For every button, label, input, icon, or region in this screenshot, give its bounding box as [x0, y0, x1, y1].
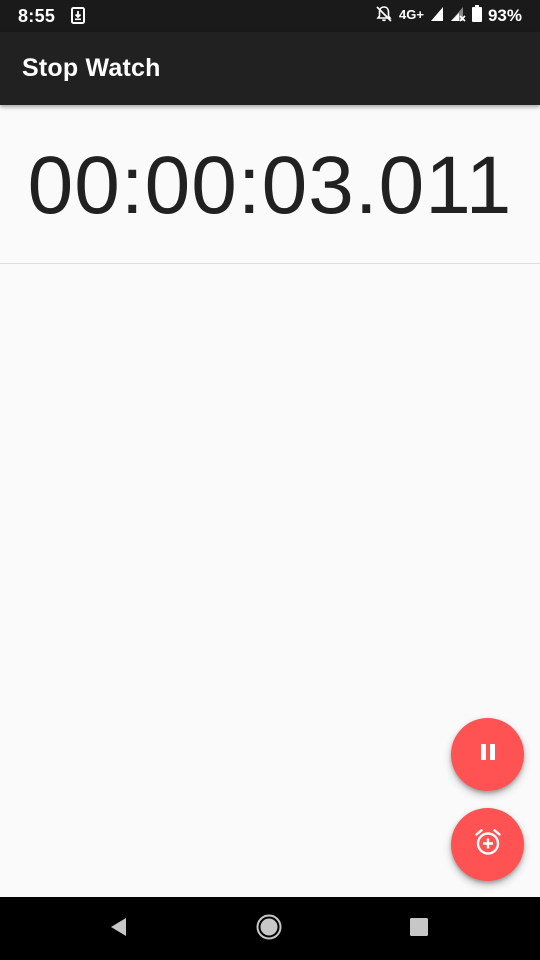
home-button[interactable]	[251, 911, 287, 947]
pause-button[interactable]	[451, 718, 524, 791]
home-icon	[256, 914, 282, 945]
add-alarm-icon	[473, 827, 503, 862]
timer-display: 00:00:03.011	[0, 105, 540, 264]
recents-icon	[409, 917, 429, 942]
back-button[interactable]	[101, 911, 137, 947]
status-icons: 4G+ 93%	[375, 5, 522, 28]
status-time: 8:55	[18, 6, 56, 26]
stopwatch-screen: 8:55 4G+ 93% Stop Watch 00:00:03.011	[0, 0, 540, 960]
back-icon	[108, 916, 130, 943]
app-bar: Stop Watch	[0, 32, 540, 105]
notifications-off-icon	[375, 5, 393, 28]
status-bar: 8:55 4G+ 93%	[0, 0, 540, 32]
elapsed-time: 00:00:03.011	[27, 140, 513, 231]
signal-no-data-icon	[450, 6, 466, 27]
lap-list	[0, 264, 540, 896]
lap-button[interactable]	[451, 808, 524, 881]
battery-percent: 93%	[487, 6, 522, 25]
signal-icon	[430, 6, 444, 27]
navigation-bar	[0, 897, 540, 960]
pause-icon	[477, 741, 499, 768]
network-type: 4G+	[399, 6, 424, 22]
battery-icon	[471, 5, 482, 27]
recents-button[interactable]	[401, 911, 437, 947]
app-title: Stop Watch	[22, 54, 161, 82]
download-icon	[71, 7, 85, 24]
